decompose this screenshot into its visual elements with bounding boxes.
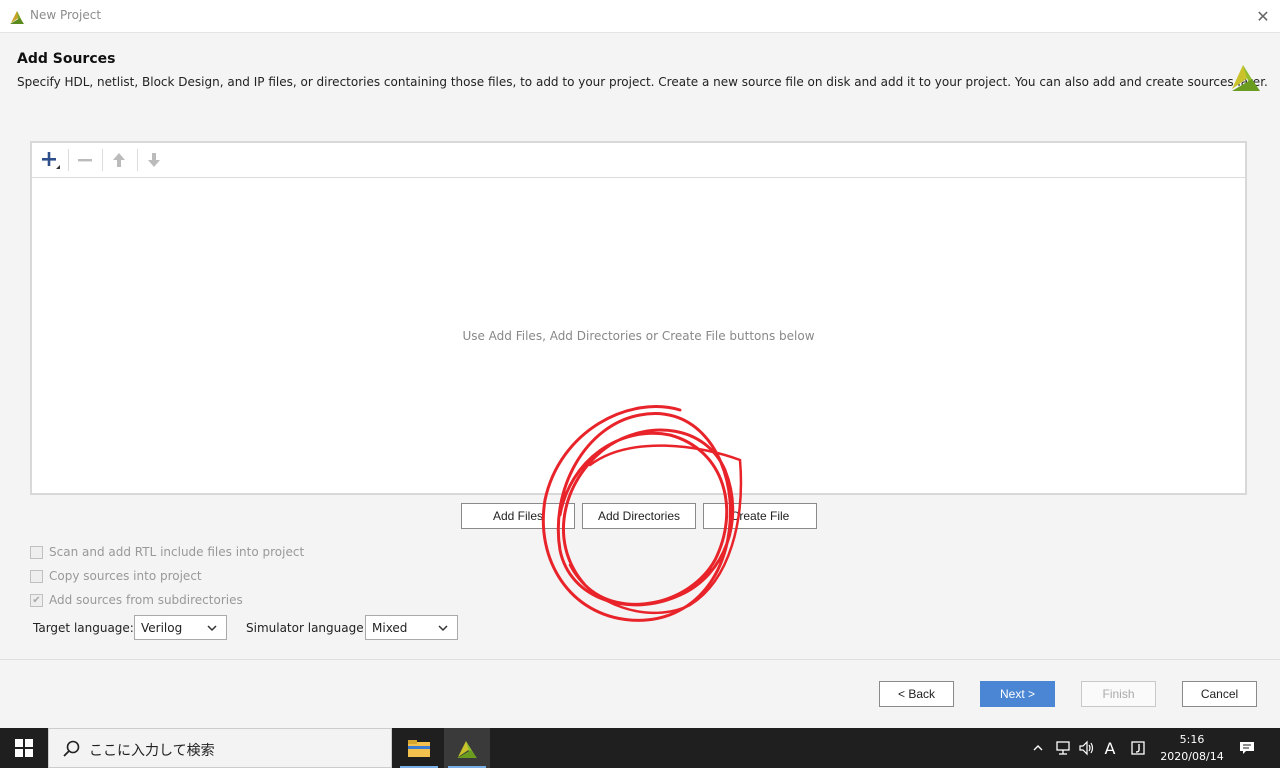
add-subdirs-label: Add sources from subdirectories xyxy=(49,593,243,607)
clock-date: 2020/08/14 xyxy=(1160,750,1224,763)
page-description: Specify HDL, netlist, Block Design, and … xyxy=(17,75,1268,89)
add-subdirs-checkbox[interactable]: ✔ xyxy=(30,593,43,607)
copy-sources-option[interactable]: Copy sources into project xyxy=(30,567,202,585)
scan-rtl-option[interactable]: Scan and add RTL include files into proj… xyxy=(30,543,304,561)
start-button[interactable] xyxy=(0,728,48,768)
simulator-language-value: Mixed xyxy=(372,620,408,635)
speaker-icon xyxy=(1079,740,1094,756)
taskbar: ここに入力して検索 A 5:16 2020/08/14 xyxy=(0,728,1280,768)
ime-indicator[interactable]: A xyxy=(1100,728,1120,768)
simulator-language-select[interactable]: Mixed xyxy=(365,615,458,640)
windows-logo-icon xyxy=(15,739,33,757)
add-directories-button[interactable]: Add Directories xyxy=(582,503,696,529)
vivado-taskbar-button[interactable] xyxy=(444,728,490,768)
volume-button[interactable] xyxy=(1076,728,1098,768)
copy-sources-checkbox[interactable] xyxy=(30,569,43,583)
create-file-button[interactable]: Create File xyxy=(703,503,817,529)
footer-divider xyxy=(0,659,1280,660)
file-explorer-taskbar-button[interactable] xyxy=(396,728,442,768)
finish-button[interactable]: Finish xyxy=(1081,681,1156,707)
sources-panel: Use Add Files, Add Directories or Create… xyxy=(30,141,1247,495)
network-icon xyxy=(1056,741,1070,755)
move-down-button[interactable] xyxy=(142,149,166,171)
action-center-button[interactable] xyxy=(1236,728,1258,768)
vivado-icon xyxy=(10,11,24,24)
title-bar: New Project ✕ xyxy=(0,0,1280,33)
vivado-icon xyxy=(457,741,477,758)
system-clock[interactable]: 5:16 2020/08/14 xyxy=(1156,731,1228,765)
search-placeholder: ここに入力して検索 xyxy=(89,743,215,759)
page-header: Add Sources Specify HDL, netlist, Block … xyxy=(0,33,1280,137)
vivado-logo-icon xyxy=(1232,65,1260,91)
add-files-button[interactable]: Add Files xyxy=(461,503,575,529)
empty-sources-message: Use Add Files, Add Directories or Create… xyxy=(462,329,815,343)
chevron-up-icon xyxy=(1033,745,1043,751)
chevron-down-icon xyxy=(438,625,448,632)
remove-source-button[interactable] xyxy=(73,149,97,171)
target-language-select[interactable]: Verilog xyxy=(134,615,227,640)
chevron-down-icon xyxy=(207,625,217,632)
target-language-label: Target language: xyxy=(33,621,134,635)
scan-rtl-checkbox[interactable] xyxy=(30,545,43,559)
page-title: Add Sources xyxy=(17,51,116,67)
taskbar-search[interactable]: ここに入力して検索 xyxy=(48,728,392,768)
scan-rtl-label: Scan and add RTL include files into proj… xyxy=(49,545,305,559)
clock-time: 5:16 xyxy=(1179,733,1205,746)
window-title: New Project xyxy=(30,8,102,22)
arrow-down-icon xyxy=(148,153,160,167)
checkmark-icon: ✔ xyxy=(32,594,41,606)
search-icon xyxy=(63,740,80,757)
arrow-up-icon xyxy=(113,153,125,167)
simulator-language-label: Simulator language: xyxy=(246,621,368,635)
folder-icon xyxy=(408,740,430,757)
next-button[interactable]: Next > xyxy=(980,681,1055,707)
show-hidden-icons-button[interactable] xyxy=(1030,728,1046,768)
new-project-window: New Project ✕ Add Sources Specify HDL, n… xyxy=(0,0,1280,728)
close-button[interactable]: ✕ xyxy=(1246,0,1280,32)
add-subdirs-option[interactable]: ✔ Add sources from subdirectories xyxy=(30,591,243,609)
plus-icon xyxy=(42,152,60,169)
ime-mode-icon xyxy=(1131,741,1145,755)
copy-sources-label: Copy sources into project xyxy=(49,569,202,583)
back-button[interactable]: < Back xyxy=(879,681,954,707)
move-up-button[interactable] xyxy=(107,149,131,171)
minus-icon xyxy=(78,159,92,162)
close-icon: ✕ xyxy=(1256,6,1270,26)
sources-toolbar xyxy=(32,143,1245,178)
notification-icon xyxy=(1240,742,1254,754)
network-button[interactable] xyxy=(1052,728,1074,768)
add-sources-button[interactable] xyxy=(38,149,62,171)
cancel-button[interactable]: Cancel xyxy=(1182,681,1257,707)
target-language-value: Verilog xyxy=(141,620,183,635)
ime-mode-button[interactable] xyxy=(1128,728,1148,768)
